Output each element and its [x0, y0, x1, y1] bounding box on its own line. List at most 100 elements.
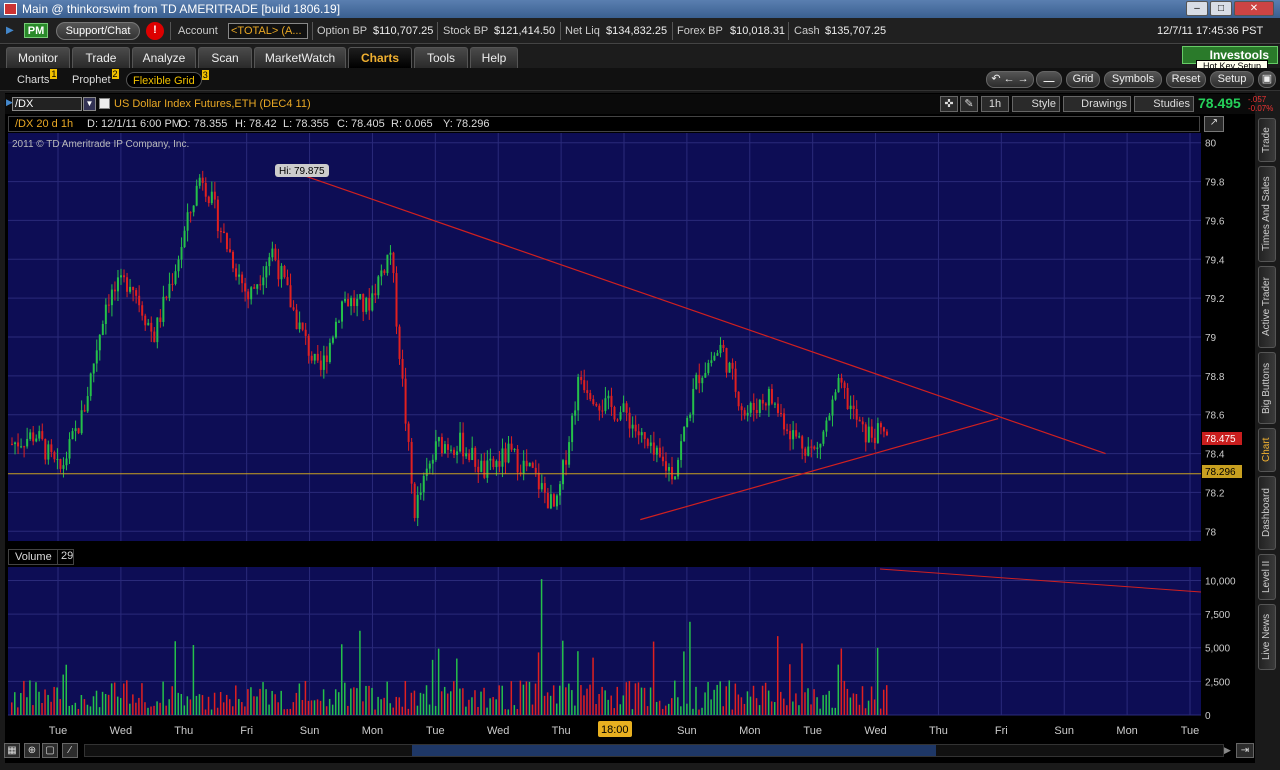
candle-body — [207, 196, 210, 204]
candle-body — [749, 402, 752, 413]
volume-bar — [201, 695, 204, 715]
time-tick-label: Tue — [1181, 725, 1200, 737]
sidebar-tab-level-ii[interactable]: Level II — [1258, 554, 1276, 600]
volume-bar — [83, 699, 86, 715]
volume-bar — [250, 687, 252, 715]
volume-bar — [465, 706, 467, 715]
candle-body — [649, 442, 652, 446]
volume-bar — [434, 705, 437, 715]
volume-bar — [692, 708, 694, 715]
time-tick-label: Wed — [864, 725, 886, 737]
candle-body — [619, 412, 622, 420]
volume-bar — [150, 706, 152, 715]
candle-body — [195, 185, 198, 206]
candle-body — [876, 423, 879, 443]
candle-body — [737, 391, 740, 407]
volume-bar — [667, 703, 670, 715]
candle-body — [456, 451, 459, 455]
sidebar-tab-dashboard[interactable]: Dashboard — [1258, 476, 1276, 550]
candle-body — [504, 448, 507, 463]
volume-bar — [219, 691, 222, 715]
volume-bar — [104, 693, 107, 715]
volume-bar — [319, 700, 322, 715]
volume-bar — [207, 696, 210, 715]
candle-body — [680, 441, 683, 460]
draw-line-icon[interactable]: ∕ — [62, 743, 78, 758]
sidebar-tab-big-buttons[interactable]: Big Buttons — [1258, 352, 1276, 424]
candle-body — [537, 472, 540, 490]
candle-body — [655, 447, 658, 455]
candle-body — [743, 410, 746, 416]
candle-body — [801, 436, 804, 449]
ohlc-bar: /DX 20 d 1h D: 12/1/11 6:00 PM O: 78.355… — [8, 116, 1200, 132]
volume-bar — [534, 683, 537, 715]
sidebar-tab-live-news[interactable]: Live News — [1258, 604, 1276, 670]
expand-time-icon[interactable]: ⇥ — [1236, 743, 1254, 758]
volume-bar — [543, 695, 546, 715]
candle-body — [480, 460, 483, 473]
candle-body — [334, 321, 337, 338]
scrollbar-thumb[interactable] — [412, 745, 936, 756]
candle-body — [247, 291, 250, 300]
candle-body — [165, 296, 168, 298]
sidebar-tab-active-trader[interactable]: Active Trader — [1258, 266, 1276, 348]
sidebar-tab-trade[interactable]: Trade — [1258, 118, 1276, 162]
candle-body — [14, 442, 17, 445]
volume-bar — [746, 691, 749, 715]
candle-body — [307, 335, 310, 356]
candle-body — [792, 430, 795, 440]
volume-bar — [628, 680, 631, 715]
candle-body — [613, 406, 616, 420]
volume-bar — [555, 703, 558, 715]
candle-body — [634, 424, 637, 432]
volume-bar — [637, 682, 640, 715]
candle-body — [643, 432, 646, 440]
volume-bar — [171, 686, 173, 715]
candle-body — [286, 277, 289, 286]
volume-bar — [840, 648, 843, 715]
volume-bar — [619, 704, 622, 715]
volume-bar — [819, 708, 821, 715]
candle-body — [450, 449, 452, 451]
chart-type-icon[interactable]: ↗ — [1204, 116, 1224, 132]
candle-body — [716, 353, 719, 356]
candle-body — [238, 274, 241, 277]
volume-bar — [504, 709, 506, 715]
candle-body — [95, 350, 98, 364]
scroll-right-icon[interactable]: ▶ — [1224, 745, 1231, 756]
volume-bar — [301, 699, 304, 715]
zoom-box-icon[interactable]: ▢ — [42, 743, 58, 758]
grid-layout-icon[interactable]: ▦ — [4, 743, 20, 758]
candle-body — [867, 426, 870, 443]
volume-bar — [749, 696, 752, 715]
candle-body — [625, 403, 628, 413]
volume-bar — [770, 701, 773, 715]
candle-body — [873, 437, 876, 443]
candle-body — [637, 431, 640, 436]
candle-body — [216, 199, 219, 232]
candle-body — [698, 374, 701, 384]
candle-body — [319, 360, 322, 370]
volume-bar — [74, 702, 77, 715]
time-tick-label: Mon — [362, 725, 383, 737]
candle-body — [59, 458, 62, 469]
volume-bar — [123, 683, 125, 715]
volume-bar — [307, 700, 310, 715]
candle-body — [177, 259, 180, 272]
last-price-tag-label: 78.475 — [1205, 434, 1236, 445]
candle-body — [413, 483, 416, 518]
sidebar-tab-times-and-sales[interactable]: Times And Sales — [1258, 166, 1276, 262]
sidebar-tab-chart[interactable]: Chart — [1258, 428, 1276, 472]
volume-bar — [486, 707, 488, 715]
candle-body — [846, 387, 849, 410]
ohlc-range: R: 0.065 — [391, 118, 433, 130]
volume-tick-label: 0 — [1205, 711, 1211, 722]
volume-bar — [132, 694, 134, 715]
volume-bar — [616, 686, 619, 715]
candle-body — [298, 322, 301, 330]
volume-tick-label: 7,500 — [1205, 610, 1230, 621]
volume-bar — [658, 700, 661, 715]
candle-body — [304, 329, 307, 336]
volume-bar — [425, 685, 428, 715]
zoom-icon[interactable]: ⊕ — [24, 743, 40, 758]
